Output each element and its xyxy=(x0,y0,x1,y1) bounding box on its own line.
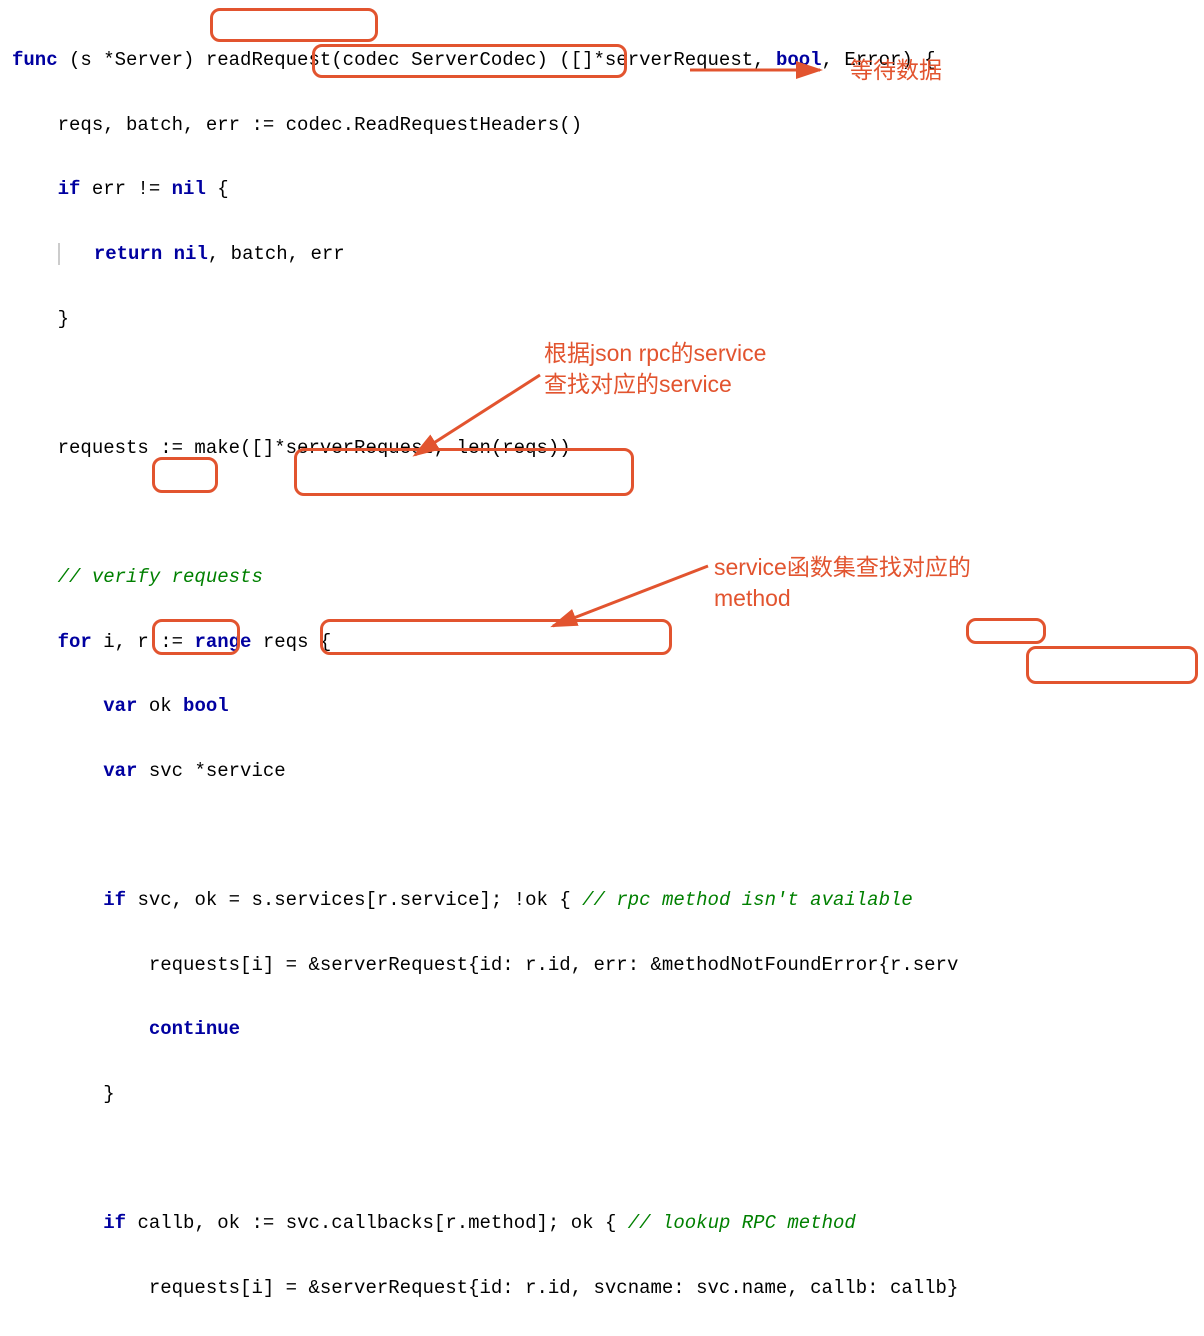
code-line: requests[i] = &serverRequest{id: r.id, s… xyxy=(12,1272,1204,1304)
code-line: func (s *Server) readRequest(codec Serve… xyxy=(12,44,1204,76)
code-block: func (s *Server) readRequest(codec Serve… xyxy=(0,0,1204,1336)
code-line: requests := make([]*serverRequest, len(r… xyxy=(12,432,1204,464)
code-line: requests[i] = &serverRequest{id: r.id, e… xyxy=(12,949,1204,981)
annotation-find-method: service函数集查找对应的 method xyxy=(714,552,971,614)
code-line: var svc *service xyxy=(12,755,1204,787)
code-line: if callb, ok := svc.callbacks[r.method];… xyxy=(12,1207,1204,1239)
annotation-find-service: 根据json rpc的service 查找对应的service xyxy=(544,338,766,400)
code-line: return nil, batch, err xyxy=(12,238,1204,270)
code-line: var ok bool xyxy=(12,690,1204,722)
annotation-wait-data: 等待数据 xyxy=(850,55,942,86)
code-line: reqs, batch, err := codec.ReadRequestHea… xyxy=(12,109,1204,141)
code-line: if svc, ok = s.services[r.service]; !ok … xyxy=(12,884,1204,916)
code-line xyxy=(12,819,1204,851)
code-line: for i, r := range reqs { xyxy=(12,626,1204,658)
code-line xyxy=(12,496,1204,528)
code-line: } xyxy=(12,303,1204,335)
code-line: if err != nil { xyxy=(12,173,1204,205)
code-line: continue xyxy=(12,1013,1204,1045)
code-line: } xyxy=(12,1078,1204,1110)
code-line xyxy=(12,1142,1204,1174)
code-line: // verify requests xyxy=(12,561,1204,593)
